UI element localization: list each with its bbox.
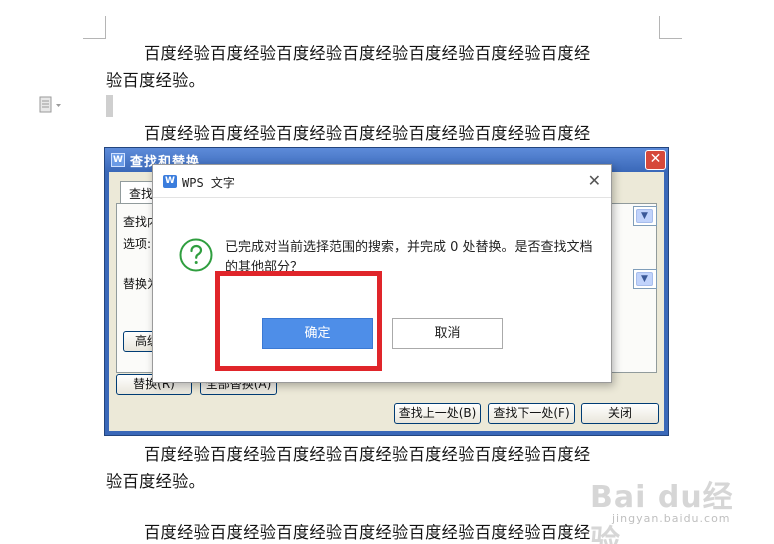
question-icon	[179, 238, 213, 272]
chevron-down-icon: ▼	[636, 272, 653, 286]
find-replace-close-button[interactable]: ✕	[645, 150, 666, 170]
document-layout-icon[interactable]	[38, 96, 64, 114]
cancel-button[interactable]: 取消	[392, 318, 503, 349]
page-corner-top-right	[659, 16, 682, 39]
close-button[interactable]: 关闭	[581, 403, 659, 424]
watermark-logo-text: Bai du经验	[590, 480, 734, 544]
options-label: 选项:	[123, 237, 152, 251]
paragraph-line: 验百度经验。	[106, 472, 206, 491]
watermark-url: jingyan.baidu.com	[612, 512, 731, 525]
message-box-close-icon[interactable]: ✕	[588, 170, 601, 192]
find-what-dropdown[interactable]: ▼	[633, 206, 657, 226]
highlight-annotation-box	[215, 271, 382, 371]
paragraph-line: 百度经验百度经验百度经验百度经验百度经验百度经验百度经	[144, 124, 591, 143]
wps-writer-icon: W	[111, 153, 125, 167]
paragraph-line: 百度经验百度经验百度经验百度经验百度经验百度经验百度经	[144, 523, 591, 542]
page-corner-top-left	[83, 16, 106, 39]
empty-paragraph-marker	[106, 95, 113, 117]
message-box-title: WPS 文字	[182, 176, 235, 190]
find-next-button[interactable]: 查找下一处(F)	[488, 403, 575, 424]
tab-find[interactable]: 查找	[120, 181, 156, 203]
paragraph-line: 百度经验百度经验百度经验百度经验百度经验百度经验百度经	[144, 44, 591, 63]
paragraph-line: 百度经验百度经验百度经验百度经验百度经验百度经验百度经	[144, 445, 591, 464]
wps-writer-icon: W	[163, 175, 177, 188]
find-previous-button[interactable]: 查找上一处(B)	[394, 403, 481, 424]
paragraph-line: 验百度经验。	[106, 71, 206, 90]
baidu-jingyan-watermark: Bai du经验 jingyan.baidu.com	[590, 472, 760, 544]
replace-with-dropdown[interactable]: ▼	[633, 269, 657, 289]
chevron-down-icon: ▼	[636, 209, 653, 223]
title-separator	[153, 197, 611, 198]
